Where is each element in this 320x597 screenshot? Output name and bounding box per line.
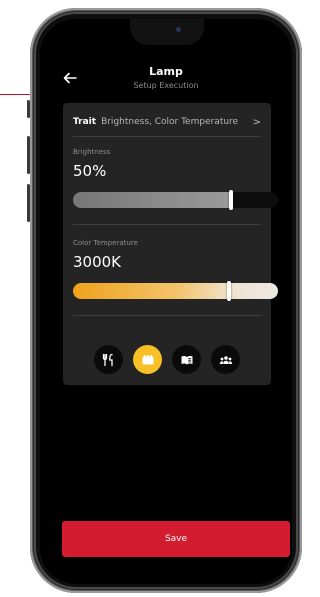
color-temperature-value: 3000K <box>73 253 122 271</box>
chevron-right-icon: > <box>252 116 261 128</box>
color-temperature-slider-thumb[interactable] <box>227 281 231 301</box>
brightness-value: 50% <box>73 162 107 180</box>
brightness-slider-fill <box>73 192 231 208</box>
camera-icon <box>176 27 181 32</box>
brightness-slider[interactable] <box>73 190 278 210</box>
brightness-slider-thumb[interactable] <box>229 190 233 210</box>
trait-label: Trait <box>73 117 97 127</box>
mode-group-button[interactable] <box>211 345 240 374</box>
notch <box>130 19 204 45</box>
reading-icon <box>181 355 192 364</box>
app-screen: Lamp Setup Execution Trait Brightness, C… <box>40 19 292 584</box>
mode-movie-button[interactable] <box>133 345 162 374</box>
page-title: Lamp <box>149 65 183 78</box>
divider <box>73 224 261 225</box>
mode-selector <box>63 345 271 375</box>
volume-up-button <box>27 136 30 174</box>
color-temperature-label: Color Temperature <box>73 239 138 247</box>
color-temperature-slider[interactable] <box>73 281 278 301</box>
divider <box>73 315 261 316</box>
trait-value: Brightness, Color Temperature <box>101 117 239 127</box>
mode-dining-button[interactable] <box>94 345 123 374</box>
settings-card: Trait Brightness, Color Temperature > Br… <box>63 103 278 385</box>
dining-icon <box>102 353 113 366</box>
volume-down-button <box>27 184 30 222</box>
divider <box>73 136 261 137</box>
trait-selector[interactable]: Trait Brightness, Color Temperature > <box>73 114 261 130</box>
save-button[interactable]: Save <box>62 521 290 557</box>
movie-icon <box>142 354 153 364</box>
page-subtitle: Setup Execution <box>133 81 199 90</box>
mode-reading-button[interactable] <box>172 345 201 374</box>
mute-switch <box>27 100 30 118</box>
group-icon <box>219 355 232 364</box>
phone-mockup: Lamp Setup Execution Trait Brightness, C… <box>27 8 302 593</box>
brightness-label: Brightness <box>73 148 111 156</box>
